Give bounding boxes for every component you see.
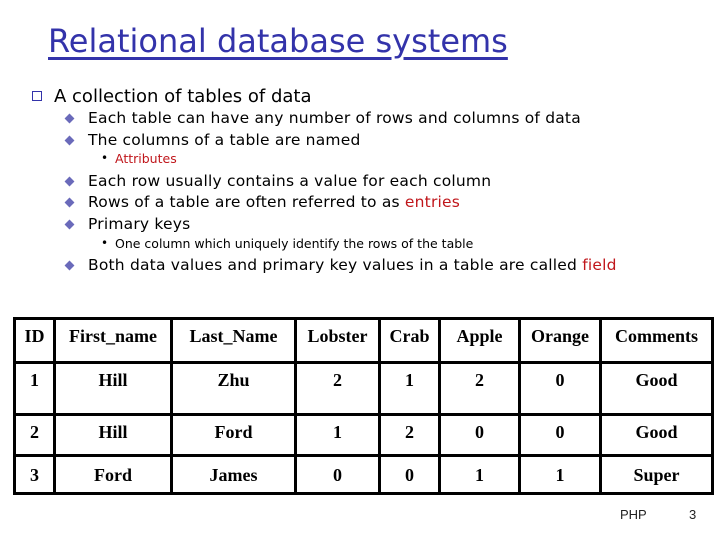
table-cell: Ford: [53, 454, 173, 495]
bullet-sub-1: Each table can have any number of rows a…: [64, 109, 581, 127]
dot-bullet-icon: •: [101, 236, 109, 250]
bullet-sub-2-text: The columns of a table are named: [88, 131, 361, 149]
diamond-bullet-icon: [64, 260, 75, 271]
header-cell: Lobster: [294, 317, 381, 364]
table-cell: 0: [518, 361, 602, 416]
header-cell: Comments: [599, 317, 714, 364]
bullet-sub-4-text: Rows of a table are often referred to as: [88, 193, 405, 211]
table-cell: 1: [518, 454, 602, 495]
table-cell: Good: [599, 413, 714, 457]
table-cell: 2: [13, 413, 56, 457]
table-cell: 2: [378, 413, 441, 457]
bullet-sub-2: The columns of a table are named: [64, 131, 361, 149]
highlight-entries: entries: [404, 193, 461, 211]
table-cell: Ford: [170, 413, 297, 457]
table-cell: Hill: [53, 361, 173, 416]
bullet-main-text: A collection of tables of data: [54, 86, 312, 107]
table-cell: 0: [518, 413, 602, 457]
diamond-bullet-icon: [64, 135, 75, 146]
table-cell: James: [170, 454, 297, 495]
table-cell: 1: [378, 361, 441, 416]
header-cell: First_name: [53, 317, 173, 364]
header-cell: Orange: [518, 317, 602, 364]
bullet-sub-3: Each row usually contains a value for ea…: [64, 172, 492, 190]
page-number: 3: [689, 507, 697, 522]
diamond-bullet-icon: [64, 113, 75, 124]
bullet-sub-4: Rows of a table are often referred to as…: [64, 193, 461, 211]
table-cell: 2: [294, 361, 381, 416]
table-cell: 0: [294, 454, 381, 495]
table-cell: 2: [438, 361, 521, 416]
table-header-row: ID First_name Last_Name Lobster Crab App…: [13, 317, 714, 364]
bullet-sub-5: Primary keys: [64, 215, 191, 233]
bullet-sub-5-detail-text: One column which uniquely identify the r…: [115, 236, 474, 251]
bullet-sub-6: Both data values and primary key values …: [64, 256, 617, 274]
data-table: ID First_name Last_Name Lobster Crab App…: [13, 317, 714, 495]
header-cell: Crab: [378, 317, 441, 364]
square-bullet-icon: [32, 91, 42, 101]
bullet-sub-3-text: Each row usually contains a value for ea…: [88, 172, 492, 190]
footer-label: PHP: [620, 507, 647, 522]
table-cell: 1: [13, 361, 56, 416]
bullet-sub-5-text: Primary keys: [88, 215, 191, 233]
bullet-main: A collection of tables of data: [32, 86, 312, 107]
table-row: 2 Hill Ford 1 2 0 0 Good: [13, 413, 714, 457]
table-cell: Hill: [53, 413, 173, 457]
table-cell: Super: [599, 454, 714, 495]
table-cell: 3: [13, 454, 56, 495]
header-cell: Last_Name: [170, 317, 297, 364]
bullet-sub-5-detail: • One column which uniquely identify the …: [101, 236, 474, 251]
header-cell: Apple: [438, 317, 521, 364]
header-cell: ID: [13, 317, 56, 364]
table-cell: 1: [438, 454, 521, 495]
bullet-sub-6-text: Both data values and primary key values …: [88, 256, 583, 274]
table-cell: Zhu: [170, 361, 297, 416]
bullet-sub-2-detail-text: Attributes: [115, 151, 177, 166]
diamond-bullet-icon: [64, 197, 75, 208]
slide-title: Relational database systems: [48, 22, 508, 60]
table-cell: Good: [599, 361, 714, 416]
dot-bullet-icon: •: [101, 151, 109, 165]
bullet-sub-1-text: Each table can have any number of rows a…: [88, 109, 581, 127]
table-cell: 0: [438, 413, 521, 457]
highlight-field: field: [582, 256, 617, 274]
table-cell: 0: [378, 454, 441, 495]
table-row: 1 Hill Zhu 2 1 2 0 Good: [13, 361, 714, 416]
diamond-bullet-icon: [64, 219, 75, 230]
table-cell: 1: [294, 413, 381, 457]
table-row: 3 Ford James 0 0 1 1 Super: [13, 454, 714, 495]
bullet-sub-2-detail: • Attributes: [101, 151, 177, 166]
diamond-bullet-icon: [64, 176, 75, 187]
